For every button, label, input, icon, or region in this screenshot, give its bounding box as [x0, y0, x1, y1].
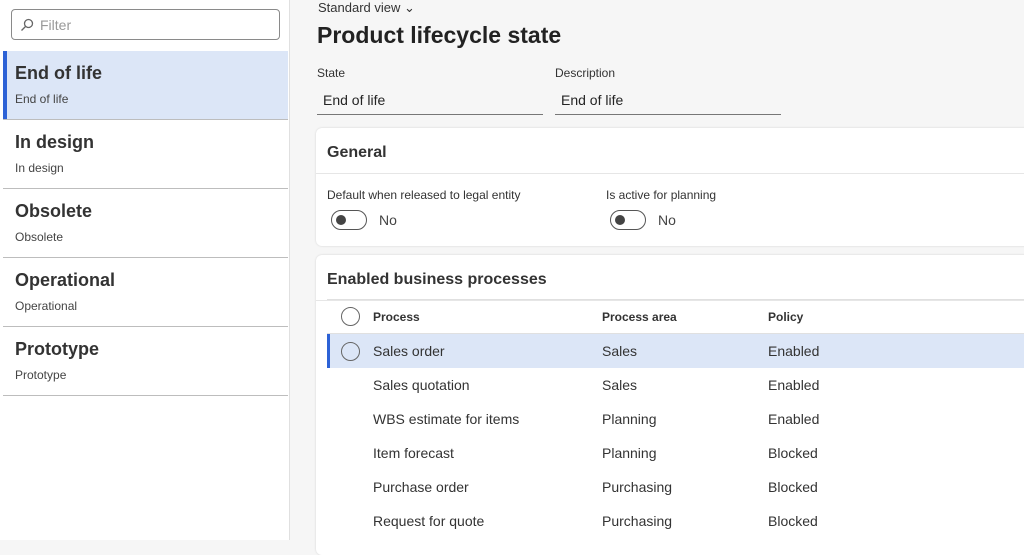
general-header[interactable]: General — [316, 128, 1024, 174]
state-item-operational[interactable]: Operational Operational — [3, 258, 288, 327]
cell-process: WBS estimate for items — [373, 411, 520, 427]
business-processes-section: Enabled business processes Process Proce… — [316, 255, 1024, 555]
state-subtitle: In design — [15, 161, 64, 175]
table-row[interactable]: Request for quote Purchasing Blocked — [327, 504, 1024, 538]
active-planning-toggle[interactable] — [610, 210, 646, 230]
page-title: Product lifecycle state — [317, 22, 562, 48]
cell-process-area: Sales — [602, 377, 638, 393]
search-icon — [21, 18, 34, 31]
state-list: End of life End of life In design In desig… — [3, 51, 288, 396]
state-item-end-of-life[interactable]: End of life End of life — [3, 51, 288, 120]
state-field: State End of life — [317, 66, 543, 115]
cell-process: Request for quote — [373, 513, 485, 529]
view-label: Standard view — [318, 0, 401, 15]
state-item-prototype[interactable]: Prototype Prototype — [3, 327, 288, 396]
table-header: Process Process area Policy — [327, 300, 1024, 334]
table-row[interactable]: Item forecast Planning Blocked — [327, 436, 1024, 470]
state-title: Obsolete — [15, 201, 93, 221]
state-subtitle: Prototype — [15, 368, 67, 382]
state-title: Prototype — [15, 339, 100, 359]
cell-process-area: Sales — [602, 343, 638, 359]
state-input[interactable]: End of life — [317, 87, 543, 115]
filter-input[interactable]: Filter — [11, 9, 280, 40]
state-subtitle: Operational — [15, 299, 78, 313]
cell-process-area: Purchasing — [602, 513, 673, 529]
default-released-label: Default when released to legal entity — [327, 188, 521, 202]
description-label: Description — [555, 66, 616, 80]
active-planning-label: Is active for planning — [606, 188, 717, 202]
cell-policy: Enabled — [768, 343, 820, 359]
cell-process: Sales order — [373, 343, 445, 359]
active-planning-value: No — [658, 212, 676, 228]
default-released-toggle[interactable] — [331, 210, 367, 230]
description-field: Description End of life — [555, 66, 781, 115]
state-list-pane: Filter End of life End of life In design I… — [0, 0, 290, 540]
default-released-value: No — [379, 212, 397, 228]
state-title: In design — [15, 132, 95, 152]
column-process[interactable]: Process — [373, 310, 602, 324]
cell-process-area: Planning — [602, 411, 657, 427]
row-checkbox[interactable] — [340, 341, 360, 361]
cell-policy: Blocked — [768, 445, 818, 461]
state-item-obsolete[interactable]: Obsolete Obsolete — [3, 189, 288, 258]
default-released-toggle-group: Default when released to legal entity No — [327, 188, 520, 230]
column-policy[interactable]: Policy — [768, 310, 803, 324]
state-item-in-design[interactable]: In design In design — [3, 120, 288, 189]
state-label: State — [317, 66, 346, 80]
table-row[interactable]: Purchase order Purchasing Blocked — [327, 470, 1024, 504]
table-row[interactable]: Sales order Sales Enabled — [327, 334, 1024, 368]
description-input[interactable]: End of life — [555, 87, 781, 115]
table-row[interactable]: Sales quotation Sales Enabled — [327, 368, 1024, 402]
view-selector[interactable]: Standard view ⌄ — [318, 0, 415, 16]
cell-process-area: Purchasing — [602, 479, 673, 495]
chevron-down-icon: ⌄ — [404, 0, 415, 15]
column-process-area[interactable]: Process area — [602, 310, 768, 324]
processes-table: Process Process area Policy Sales order S… — [327, 299, 1024, 538]
cell-policy: Blocked — [768, 479, 818, 495]
cell-policy: Enabled — [768, 411, 820, 427]
state-subtitle: End of life — [15, 92, 69, 106]
active-planning-toggle-group: Is active for planning No — [606, 188, 716, 230]
state-title: End of life — [15, 63, 102, 83]
cell-policy: Blocked — [768, 513, 818, 529]
cell-process: Item forecast — [373, 445, 454, 461]
state-subtitle: Obsolete — [15, 230, 64, 244]
filter-placeholder: Filter — [40, 16, 72, 33]
cell-process-area: Planning — [602, 445, 657, 461]
cell-process: Sales quotation — [373, 377, 470, 393]
cell-process: Purchase order — [373, 479, 469, 495]
state-title: Operational — [15, 270, 116, 290]
general-section: General Default when released to legal e… — [316, 128, 1024, 246]
table-row[interactable]: WBS estimate for items Planning Enabled — [327, 402, 1024, 436]
cell-policy: Enabled — [768, 377, 820, 393]
select-all-checkbox[interactable] — [340, 307, 360, 326]
business-processes-header[interactable]: Enabled business processes — [316, 255, 1024, 301]
